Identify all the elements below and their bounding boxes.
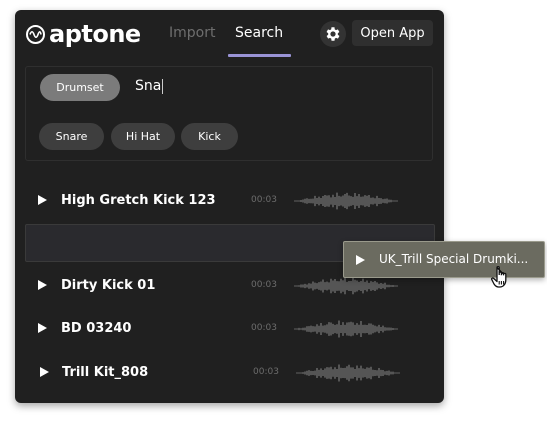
- result-name: High Gretch Kick 123: [61, 193, 216, 208]
- play-icon[interactable]: [38, 323, 47, 333]
- settings-button[interactable]: [320, 21, 346, 47]
- result-duration: 00:03: [251, 195, 277, 205]
- active-tab-indicator: [228, 54, 291, 57]
- logo-icon: [26, 24, 45, 44]
- suggestion-chip-snare[interactable]: Snare: [39, 123, 104, 150]
- play-icon[interactable]: [38, 280, 47, 290]
- tab-import[interactable]: Import: [169, 25, 215, 41]
- result-row[interactable]: Trill Kit_808 00:03: [25, 354, 433, 392]
- result-name: BD 03240: [61, 321, 132, 336]
- app-header: aptone Import Search Open App: [15, 10, 444, 60]
- play-icon[interactable]: [356, 255, 365, 265]
- gear-icon: [324, 25, 342, 43]
- suggestion-chip-hi-hat[interactable]: Hi Hat: [111, 123, 175, 150]
- result-duration: 00:03: [253, 367, 279, 377]
- logo-text: aptone: [49, 20, 141, 48]
- search-query-text: Sna: [135, 78, 162, 94]
- logo: aptone: [26, 19, 141, 49]
- open-app-button[interactable]: Open App: [352, 20, 433, 46]
- suggestion-chip-kick[interactable]: Kick: [181, 123, 238, 150]
- play-icon[interactable]: [40, 367, 49, 377]
- tab-search[interactable]: Search: [235, 25, 283, 41]
- result-duration: 00:03: [251, 323, 277, 333]
- waveform-icon: [296, 364, 400, 382]
- result-name: Dirty Kick 01: [61, 278, 156, 293]
- filter-chip-drumset[interactable]: Drumset: [40, 74, 120, 101]
- text-caret: [162, 78, 164, 94]
- app-window: aptone Import Search Open App Drumset Sn…: [15, 10, 444, 403]
- result-row[interactable]: High Gretch Kick 123 00:03: [25, 182, 433, 220]
- result-row[interactable]: BD 03240 00:03: [25, 310, 433, 348]
- result-name: Trill Kit_808: [62, 365, 149, 380]
- waveform-icon: [294, 192, 398, 210]
- waveform-icon: [294, 277, 398, 295]
- search-input[interactable]: Sna: [135, 78, 164, 94]
- search-panel: Drumset Sna Snare Hi Hat Kick: [25, 66, 433, 161]
- result-duration: 00:03: [251, 280, 277, 290]
- hand-cursor-icon: [491, 265, 507, 288]
- waveform-icon: [294, 320, 398, 338]
- play-icon[interactable]: [38, 195, 47, 205]
